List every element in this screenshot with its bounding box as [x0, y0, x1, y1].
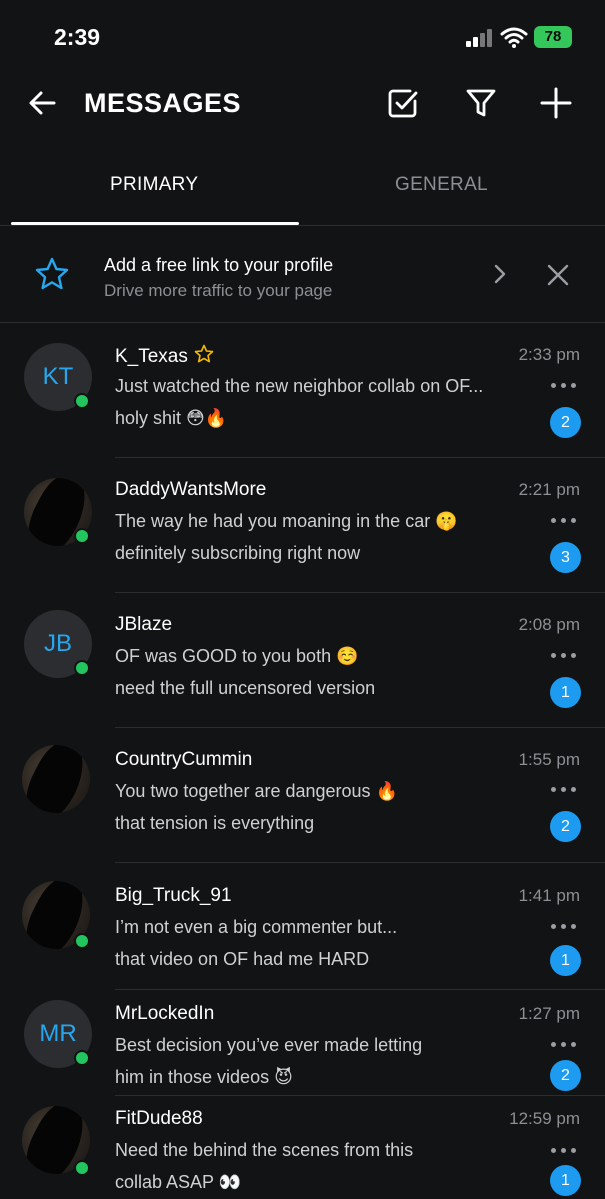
message-preview-line2: holy shit 😳🔥 — [115, 408, 228, 428]
more-options-icon[interactable] — [551, 923, 579, 931]
unread-badge: 1 — [550, 945, 581, 976]
close-icon[interactable] — [545, 262, 571, 288]
conversation-name: DaddyWantsMore — [115, 479, 267, 500]
message-preview-line2: him in those videos 😈 — [115, 1067, 293, 1087]
message-preview-line2: that video on OF had me HARD — [115, 949, 370, 969]
conversation-name: FitDude88 — [115, 1108, 203, 1129]
more-options-icon[interactable] — [551, 517, 579, 525]
message-preview-line2: that tension is everything — [115, 813, 315, 833]
unread-badge: 2 — [550, 407, 581, 438]
message-preview: Just watched the new neighbor collab on … — [115, 376, 484, 396]
message-preview: I’m not even a big commenter but... — [115, 917, 398, 937]
conversation-row[interactable]: MR MrLockedIn 1:27 pm Best decision you’… — [0, 990, 605, 1096]
unread-badge: 1 — [550, 1165, 581, 1196]
online-status-dot — [74, 393, 90, 409]
conversation-name: CountryCummin — [115, 749, 253, 770]
conversation-name: JBlaze — [115, 614, 173, 635]
battery-indicator: 78 — [534, 26, 572, 48]
promo-subtitle: Drive more traffic to your page — [104, 281, 333, 300]
unread-badge: 3 — [550, 542, 581, 573]
message-preview-line2: definitely subscribing right now — [115, 543, 361, 563]
avatar — [22, 745, 90, 813]
redaction-scribble — [22, 745, 90, 813]
online-status-dot — [74, 528, 90, 544]
online-status-dot — [74, 1050, 90, 1066]
more-options-icon[interactable] — [551, 1147, 579, 1155]
message-time: 2:08 pm — [518, 615, 580, 634]
wifi-icon — [500, 27, 528, 48]
message-time: 1:55 pm — [518, 750, 580, 769]
conversation-row[interactable]: FitDude88 12:59 pm Need the behind the s… — [0, 1096, 605, 1199]
message-preview: OF was GOOD to you both ☺️ — [115, 646, 359, 666]
chevron-right-icon[interactable] — [488, 262, 512, 286]
unread-badge: 2 — [550, 1060, 581, 1091]
header: MESSAGES — [0, 76, 605, 136]
page-title: MESSAGES — [84, 88, 242, 118]
message-time: 1:27 pm — [518, 1004, 580, 1023]
conversation-row[interactable]: CountryCummin 1:55 pm You two together a… — [0, 728, 605, 863]
conversation-row[interactable]: JB JBlaze 2:08 pm OF was GOOD to you bot… — [0, 593, 605, 728]
active-tab-indicator — [11, 222, 299, 225]
tab-primary[interactable]: PRIMARY — [110, 174, 198, 196]
message-preview: Need the behind the scenes from this — [115, 1140, 414, 1160]
conversation-name: Big_Truck_91 — [115, 885, 232, 906]
more-options-icon[interactable] — [551, 382, 579, 390]
message-preview-line2: need the full uncensored version — [115, 678, 376, 698]
more-options-icon[interactable] — [551, 786, 579, 794]
status-time: 2:39 — [54, 24, 101, 50]
more-options-icon[interactable] — [551, 652, 579, 660]
conversation-name: K_Texas — [115, 344, 214, 368]
cellular-signal-icon — [466, 29, 494, 47]
select-checkbox-icon[interactable] — [386, 86, 420, 120]
more-options-icon[interactable] — [551, 1041, 579, 1049]
unread-badge: 1 — [550, 677, 581, 708]
online-status-dot — [74, 933, 90, 949]
online-status-dot — [74, 1160, 90, 1176]
message-time: 2:21 pm — [518, 480, 580, 499]
unread-badge: 2 — [550, 811, 581, 842]
star-icon — [194, 344, 214, 363]
tab-general[interactable]: GENERAL — [395, 174, 488, 196]
status-bar: 2:39 78 — [0, 0, 605, 76]
star-icon — [35, 257, 69, 290]
conversation-row[interactable]: Big_Truck_91 1:41 pm I’m not even a big … — [0, 863, 605, 990]
filter-icon[interactable] — [464, 86, 498, 120]
message-preview: You two together are dangerous 🔥 — [115, 781, 398, 801]
online-status-dot — [74, 660, 90, 676]
message-preview: The way he had you moaning in the car 🤫 — [115, 511, 458, 531]
message-time: 2:33 pm — [518, 345, 580, 364]
plus-icon[interactable] — [539, 86, 573, 120]
promo-title: Add a free link to your profile — [104, 255, 334, 275]
message-time: 1:41 pm — [518, 886, 580, 905]
message-preview: Best decision you’ve ever made letting — [115, 1035, 423, 1055]
back-arrow-icon[interactable] — [26, 86, 60, 120]
tab-bar: PRIMARY GENERAL — [0, 160, 605, 226]
promo-banner[interactable]: Add a free link to your profile Drive mo… — [0, 226, 605, 323]
conversation-row[interactable]: KT K_Texas 2:33 pm Just watched the new … — [0, 323, 605, 458]
conversation-row[interactable]: DaddyWantsMore 2:21 pm The way he had yo… — [0, 458, 605, 593]
message-time: 12:59 pm — [509, 1109, 580, 1128]
message-preview-line2: collab ASAP 👀 — [115, 1172, 242, 1192]
conversation-name: MrLockedIn — [115, 1003, 215, 1024]
